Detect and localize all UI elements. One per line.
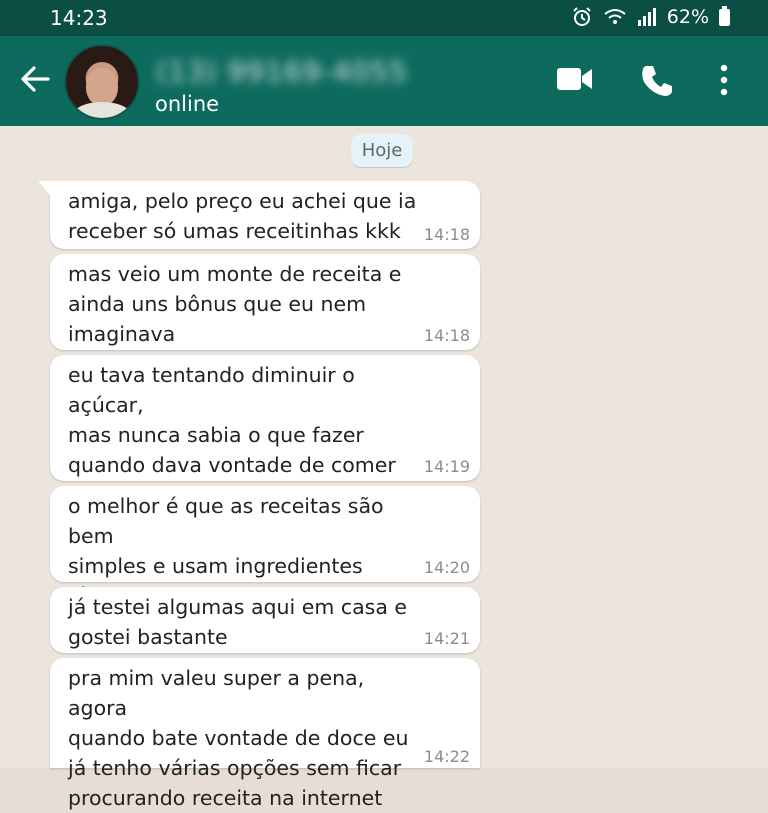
avatar-face <box>86 68 118 106</box>
message-bubble[interactable]: o melhor é que as receitas são bem simpl… <box>50 486 480 638</box>
message-text: já testei algumas aqui em casa e gostei … <box>68 595 408 649</box>
status-time: 14:23 <box>50 6 108 30</box>
message-text: amiga, pelo preço eu achei que ia recebe… <box>68 189 417 243</box>
message-bubble[interactable]: amiga, pelo preço eu achei que ia recebe… <box>38 181 480 249</box>
battery-percent: 62% <box>666 6 709 28</box>
message-bubble[interactable]: eu tava tentando diminuir o açúcar, mas … <box>50 355 480 507</box>
contact-name[interactable]: (13) 99169-4055 <box>156 55 408 88</box>
message-bubble[interactable]: mas veio um monte de receita e ainda uns… <box>50 254 480 350</box>
avatar-shirt <box>74 102 130 118</box>
voice-call-icon[interactable] <box>640 64 674 98</box>
avatar[interactable] <box>64 44 140 120</box>
menu-dots-icon[interactable] <box>718 64 730 96</box>
battery-icon <box>719 5 730 26</box>
message-time: 14:18 <box>423 225 470 244</box>
bubble-tail <box>38 181 50 195</box>
alarm-icon <box>573 7 591 26</box>
wifi-icon <box>604 9 626 24</box>
video-call-icon[interactable] <box>556 64 594 94</box>
status-bar: 14:23 62% <box>0 0 768 36</box>
signal-icon <box>637 8 656 26</box>
message-time: 14:21 <box>423 629 470 648</box>
message-text: mas veio um monte de receita e ainda uns… <box>68 262 402 346</box>
date-chip: Hoje <box>351 134 413 167</box>
contact-status: online <box>155 92 220 116</box>
status-icons: 62% <box>571 5 730 28</box>
back-arrow-icon[interactable] <box>18 62 52 96</box>
message-bubble[interactable]: já testei algumas aqui em casa e gostei … <box>50 587 480 653</box>
message-text: pra mim valeu super a pena, agora quando… <box>68 666 409 810</box>
message-time: 14:19 <box>423 457 470 476</box>
message-time: 14:20 <box>423 558 470 577</box>
chat-header: (13) 99169-4055 online <box>0 36 768 126</box>
message-bubble[interactable]: pra mim valeu super a pena, agora quando… <box>50 658 480 810</box>
message-time: 14:18 <box>423 326 470 345</box>
message-time: 14:22 <box>423 747 470 766</box>
